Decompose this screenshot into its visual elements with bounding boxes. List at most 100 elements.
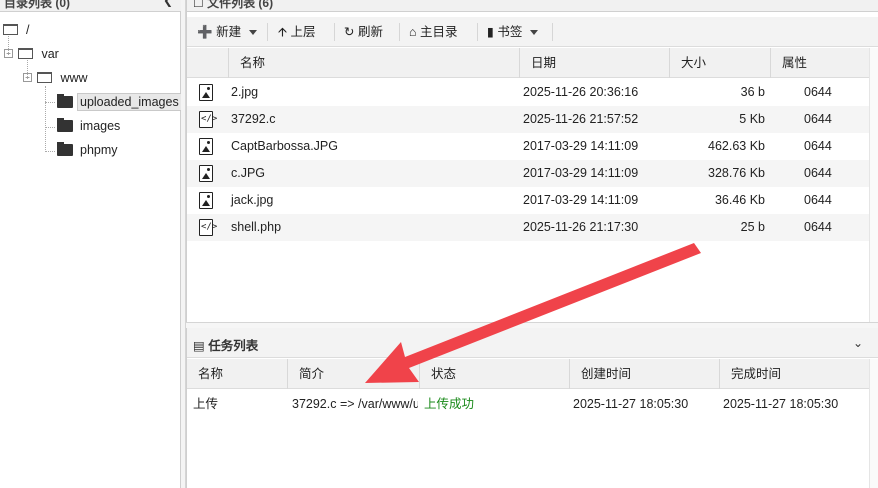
- file-grid-header: 名称 日期 大小 属性: [187, 48, 869, 78]
- task-grid-header: 名称 简介 状态 创建时间 完成时间: [187, 359, 869, 389]
- file-row[interactable]: </> 37292.c 2025-11-26 21:57:52 5 Kb 064…: [187, 106, 869, 133]
- bookmark-label: 书签: [497, 25, 523, 39]
- collapse-toggle-icon[interactable]: −: [4, 49, 13, 59]
- task-panel-title-text: 任务列表: [208, 339, 259, 353]
- toolbar-separator: [477, 23, 478, 41]
- task-panel-header: ▤ 任务列表 ⌄: [187, 328, 878, 358]
- tree-node-label: var: [41, 47, 59, 61]
- task-status: 上传成功: [424, 397, 475, 411]
- file-date: 2025-11-26 21:17:30: [523, 220, 639, 234]
- tree-node-phpmy[interactable]: phpmy: [57, 139, 118, 161]
- file-perm: 0644: [804, 166, 832, 180]
- file-size: 25 b: [740, 220, 765, 234]
- chevron-up-icon[interactable]: ⌃: [853, 0, 863, 7]
- column-header-finished[interactable]: 完成时间: [719, 359, 869, 389]
- file-size: 462.63 Kb: [708, 139, 765, 153]
- column-header-size[interactable]: 大小: [669, 48, 770, 78]
- list-icon: ▤: [193, 339, 205, 353]
- column-header-task-name[interactable]: 名称: [187, 359, 287, 389]
- dropdown-caret-icon: [249, 30, 258, 36]
- code-file-icon: </>: [199, 111, 217, 128]
- arrow-up-icon: 🡩: [278, 25, 287, 39]
- file-date: 2017-03-29 14:11:09: [523, 166, 639, 180]
- up-level-label: 上层: [290, 25, 316, 39]
- file-list-scrollbar[interactable]: [869, 48, 878, 322]
- column-header-desc[interactable]: 简介: [287, 359, 419, 389]
- file-row[interactable]: c.JPG 2017-03-29 14:11:09 328.76 Kb 0644: [187, 160, 869, 187]
- tree-node-label: /: [26, 23, 30, 37]
- tree-node-www[interactable]: − www: [23, 67, 88, 89]
- task-row[interactable]: 上传 37292.c => /var/www/uploaded_images 上…: [187, 390, 869, 418]
- file-row[interactable]: </> shell.php 2025-11-26 21:17:30 25 b 0…: [187, 214, 869, 241]
- image-file-icon: [199, 192, 213, 209]
- file-row[interactable]: CaptBarbossa.JPG 2017-03-29 14:11:09 462…: [187, 133, 869, 160]
- file-row[interactable]: 2.jpg 2025-11-26 20:36:16 36 b 0644: [187, 79, 869, 106]
- file-date: 2017-03-29 14:11:09: [523, 193, 639, 207]
- refresh-button[interactable]: ↻ 刷新: [336, 21, 391, 43]
- tree-node-var[interactable]: − var: [4, 43, 59, 65]
- file-perm: 0644: [804, 220, 832, 234]
- file-name: c.JPG: [231, 166, 266, 180]
- column-header-date[interactable]: 日期: [519, 48, 669, 78]
- file-size: 5 Kb: [739, 112, 765, 126]
- file-name: 2.jpg: [231, 85, 259, 99]
- file-size: 328.76 Kb: [708, 166, 765, 180]
- task-list-scrollbar[interactable]: [869, 359, 878, 488]
- toolbar-separator: [334, 23, 335, 41]
- task-created-time: 2025-11-27 18:05:30: [573, 397, 689, 411]
- toolbar-separator: [552, 23, 553, 41]
- file-perm: 0644: [804, 112, 832, 126]
- task-desc: 37292.c => /var/www/uploaded_images: [292, 397, 418, 411]
- tree-node-images[interactable]: images: [57, 115, 120, 137]
- up-level-button[interactable]: 🡩 上层: [270, 21, 323, 43]
- column-header-name[interactable]: 名称: [228, 48, 519, 78]
- toolbar-separator: [267, 23, 268, 41]
- tree-node-label: images: [80, 119, 121, 133]
- tree-node-uploaded-images[interactable]: uploaded_images: [57, 91, 182, 113]
- toolbar-separator: [399, 23, 400, 41]
- file-panel-header: ☐ 文件列表 (6) ⌃: [187, 0, 878, 12]
- refresh-icon: ↻: [344, 25, 355, 39]
- tree-node-root[interactable]: /: [3, 19, 29, 41]
- home-label: 主目录: [420, 25, 458, 39]
- column-header-perm[interactable]: 属性: [770, 48, 869, 78]
- task-finished-time: 2025-11-27 18:05:30: [723, 397, 839, 411]
- new-button-label: 新建: [216, 25, 242, 39]
- image-file-icon: [199, 84, 213, 101]
- folder-icon: [57, 93, 73, 108]
- new-button[interactable]: ➕ 新建: [189, 21, 265, 43]
- task-list-panel: ▤ 任务列表 ⌄ 名称 简介 状态 创建时间 完成时间 上传 37292.c =…: [186, 328, 878, 488]
- dropdown-caret-icon: [530, 30, 539, 36]
- chevron-down-icon[interactable]: ⌄: [853, 336, 863, 350]
- folder-icon: [18, 48, 34, 60]
- directory-tree-panel: 目录列表 (0) ❮ / − var − www uploaded_images…: [0, 0, 182, 488]
- file-perm: 0644: [804, 85, 832, 99]
- column-header-created[interactable]: 创建时间: [569, 359, 719, 389]
- file-size: 36.46 Kb: [714, 193, 765, 207]
- file-panel-title: ☐ 文件列表 (6): [193, 0, 273, 11]
- file-size: 36 b: [740, 85, 765, 99]
- bookmark-icon: ▮: [487, 25, 494, 39]
- tree-panel-header: 目录列表 (0) ❮: [0, 0, 181, 12]
- file-list-panel: ☐ 文件列表 (6) ⌃ ➕ 新建 🡩 上层 ↻ 刷新 ⌂ 主目录 ▮ 书签 名…: [186, 0, 878, 322]
- task-name: 上传: [193, 397, 219, 411]
- image-file-icon: [199, 138, 213, 155]
- file-date: 2025-11-26 20:36:16: [523, 85, 639, 99]
- folder-icon: [37, 72, 53, 84]
- collapse-toggle-icon[interactable]: −: [23, 73, 32, 83]
- plus-circle-icon: ➕: [197, 25, 213, 39]
- refresh-label: 刷新: [357, 25, 383, 39]
- column-header-status[interactable]: 状态: [419, 359, 569, 389]
- file-name: jack.jpg: [231, 193, 274, 207]
- bookmark-button[interactable]: ▮ 书签: [479, 21, 546, 43]
- folder-icon: [57, 141, 73, 156]
- home-button[interactable]: ⌂ 主目录: [401, 21, 466, 43]
- chevron-left-icon[interactable]: ❮: [163, 0, 173, 7]
- tree-node-label: www: [60, 71, 88, 85]
- file-toolbar: ➕ 新建 🡩 上层 ↻ 刷新 ⌂ 主目录 ▮ 书签: [187, 17, 878, 47]
- image-file-icon: [199, 165, 213, 182]
- file-name: shell.php: [231, 220, 282, 234]
- file-row[interactable]: jack.jpg 2017-03-29 14:11:09 36.46 Kb 06…: [187, 187, 869, 214]
- home-icon: ⌂: [409, 25, 417, 39]
- code-file-icon: </>: [199, 219, 217, 236]
